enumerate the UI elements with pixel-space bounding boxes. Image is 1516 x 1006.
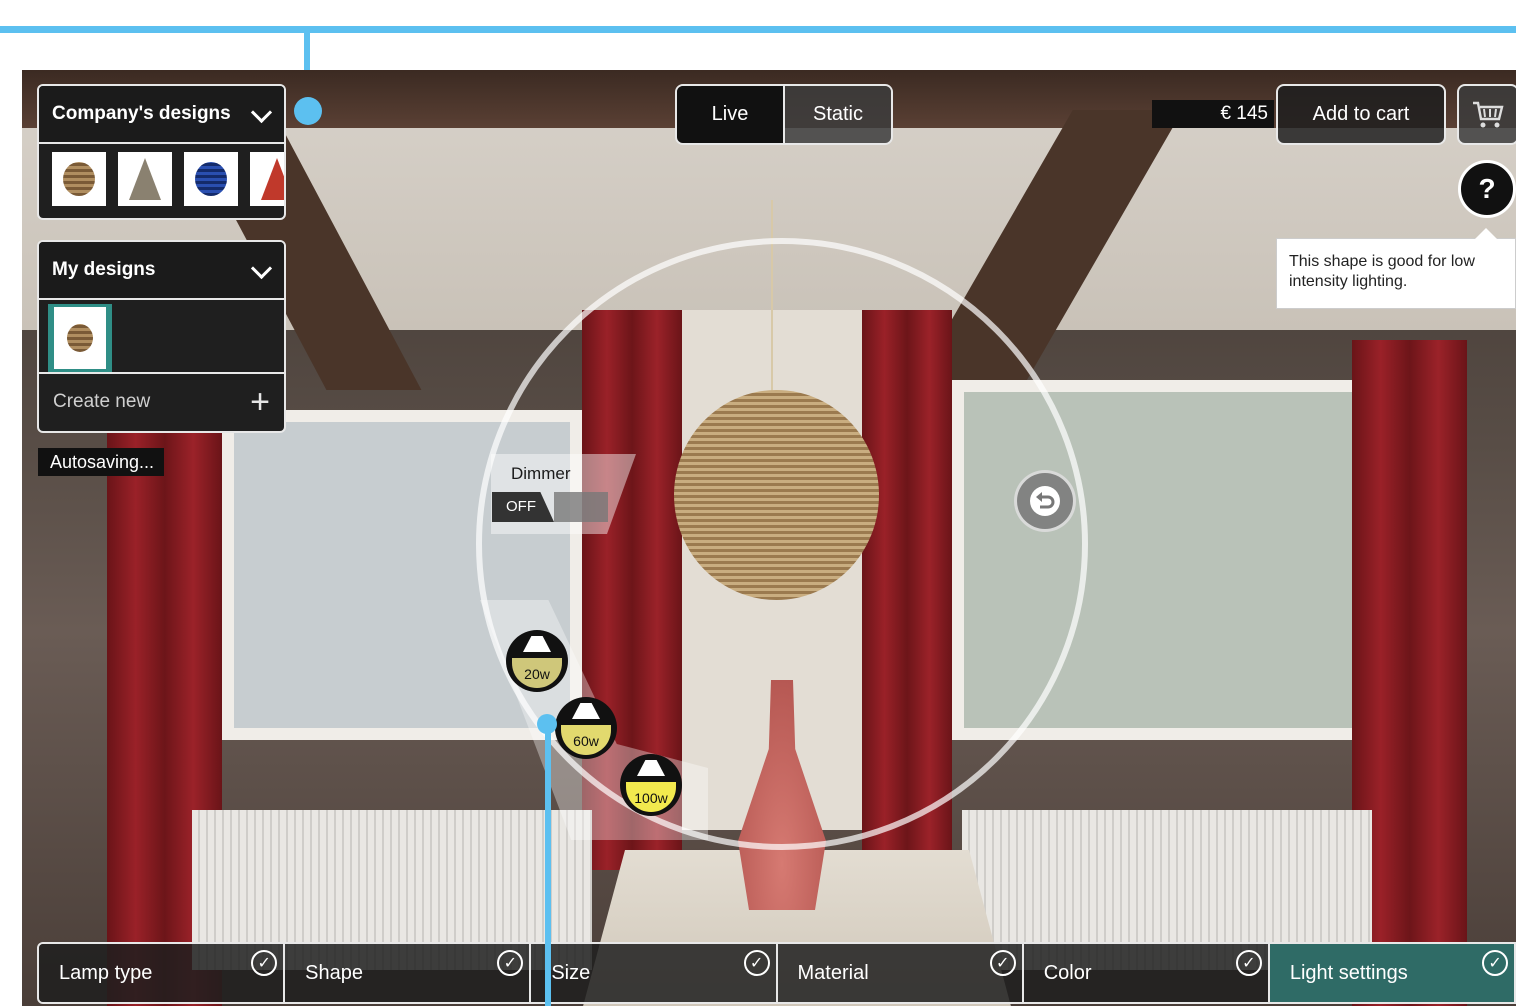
checkmark-icon: ✓	[497, 950, 524, 976]
tab-label: Shape	[305, 961, 364, 984]
tab-label: Color	[1043, 961, 1092, 984]
tab-label: Lamp type	[59, 961, 153, 984]
company-designs-thumbnails	[39, 144, 284, 218]
wattage-label: 60w	[573, 733, 599, 749]
dimmer-switch[interactable]: OFF	[492, 492, 608, 522]
blue-ball-lamp-icon	[195, 162, 227, 196]
annotation-pointer-line	[545, 722, 551, 1006]
shopping-cart-icon	[1473, 101, 1504, 127]
dimmer-label: Dimmer	[511, 464, 571, 483]
thumbnail-frame	[54, 307, 106, 369]
plus-icon: +	[250, 383, 270, 421]
tab-size[interactable]: Size ✓	[531, 944, 778, 1002]
wattage-option-20w[interactable]: 20w	[506, 630, 568, 692]
wicker-ball-lamp-icon	[63, 162, 95, 196]
autosave-status: Autosaving...	[38, 448, 165, 476]
wattage-option-60w[interactable]: 60w	[555, 697, 617, 759]
light-bulb-icon	[523, 636, 551, 652]
my-designs-panel: My designs Create new +	[37, 240, 286, 433]
chevron-down-icon[interactable]	[250, 259, 272, 281]
tab-lamp-type[interactable]: Lamp type ✓	[39, 944, 286, 1002]
help-tooltip: This shape is good for low intensity lig…	[1276, 228, 1516, 309]
checkmark-icon: ✓	[251, 950, 278, 976]
wattage-label: 20w	[524, 666, 550, 682]
wattage-label: 100w	[634, 790, 668, 806]
design-thumbnail[interactable]	[118, 152, 172, 206]
company-designs-panel: Company's designs	[37, 84, 286, 220]
create-new-label: Create new	[53, 391, 151, 412]
design-thumbnail[interactable]	[184, 152, 238, 206]
wattage-option-100w[interactable]: 100w	[620, 754, 682, 816]
tab-label: Material	[797, 961, 869, 984]
tab-color[interactable]: Color ✓	[1023, 944, 1270, 1002]
company-designs-title: Company's designs	[52, 103, 231, 124]
dimmer-state: OFF	[492, 492, 554, 522]
checkmark-icon: ✓	[1235, 950, 1262, 976]
help-button[interactable]: ?	[1458, 160, 1516, 218]
tab-light-settings[interactable]: Light settings ✓	[1269, 944, 1514, 1002]
wicker-ball-lamp-icon	[67, 324, 93, 352]
annotation-dot	[294, 97, 322, 125]
undo-button[interactable]	[1014, 470, 1076, 532]
cart-button[interactable]	[1457, 84, 1516, 145]
tab-label: Size	[551, 961, 591, 984]
undo-icon	[1030, 486, 1060, 516]
checkmark-icon: ✓	[743, 950, 770, 976]
configurator-steps: Lamp type ✓ Shape ✓ Size ✓ Material ✓ Co…	[37, 942, 1516, 1004]
question-mark-icon: ?	[1478, 173, 1496, 204]
tab-material[interactable]: Material ✓	[777, 944, 1024, 1002]
tab-label: Light settings	[1289, 961, 1408, 984]
tab-shape[interactable]: Shape ✓	[285, 944, 532, 1002]
my-designs-list	[39, 300, 284, 374]
dimmer-track	[554, 492, 608, 522]
my-design-thumbnail-selected[interactable]	[48, 304, 112, 372]
design-thumbnail[interactable]	[52, 152, 106, 206]
light-bulb-icon	[637, 760, 665, 776]
red-lamp-icon	[261, 158, 284, 200]
live-view-button[interactable]: Live	[677, 86, 783, 143]
add-to-cart-button[interactable]: Add to cart	[1276, 84, 1446, 145]
cone-lamp-icon	[129, 158, 161, 200]
price-label: € 145	[1152, 100, 1274, 128]
company-designs-header[interactable]: Company's designs	[39, 86, 284, 144]
checkmark-icon: ✓	[989, 950, 1016, 976]
light-bulb-icon	[572, 703, 600, 719]
chevron-down-icon[interactable]	[250, 103, 272, 125]
design-thumbnail[interactable]	[250, 152, 284, 206]
view-mode-toggle: Live Static	[675, 84, 893, 145]
static-view-button[interactable]: Static	[783, 86, 891, 143]
annotation-line-top	[0, 26, 1516, 33]
create-new-button[interactable]: Create new +	[39, 374, 284, 430]
checkmark-icon: ✓	[1482, 950, 1509, 976]
my-designs-title: My designs	[52, 259, 156, 280]
my-designs-header[interactable]: My designs	[39, 242, 284, 300]
